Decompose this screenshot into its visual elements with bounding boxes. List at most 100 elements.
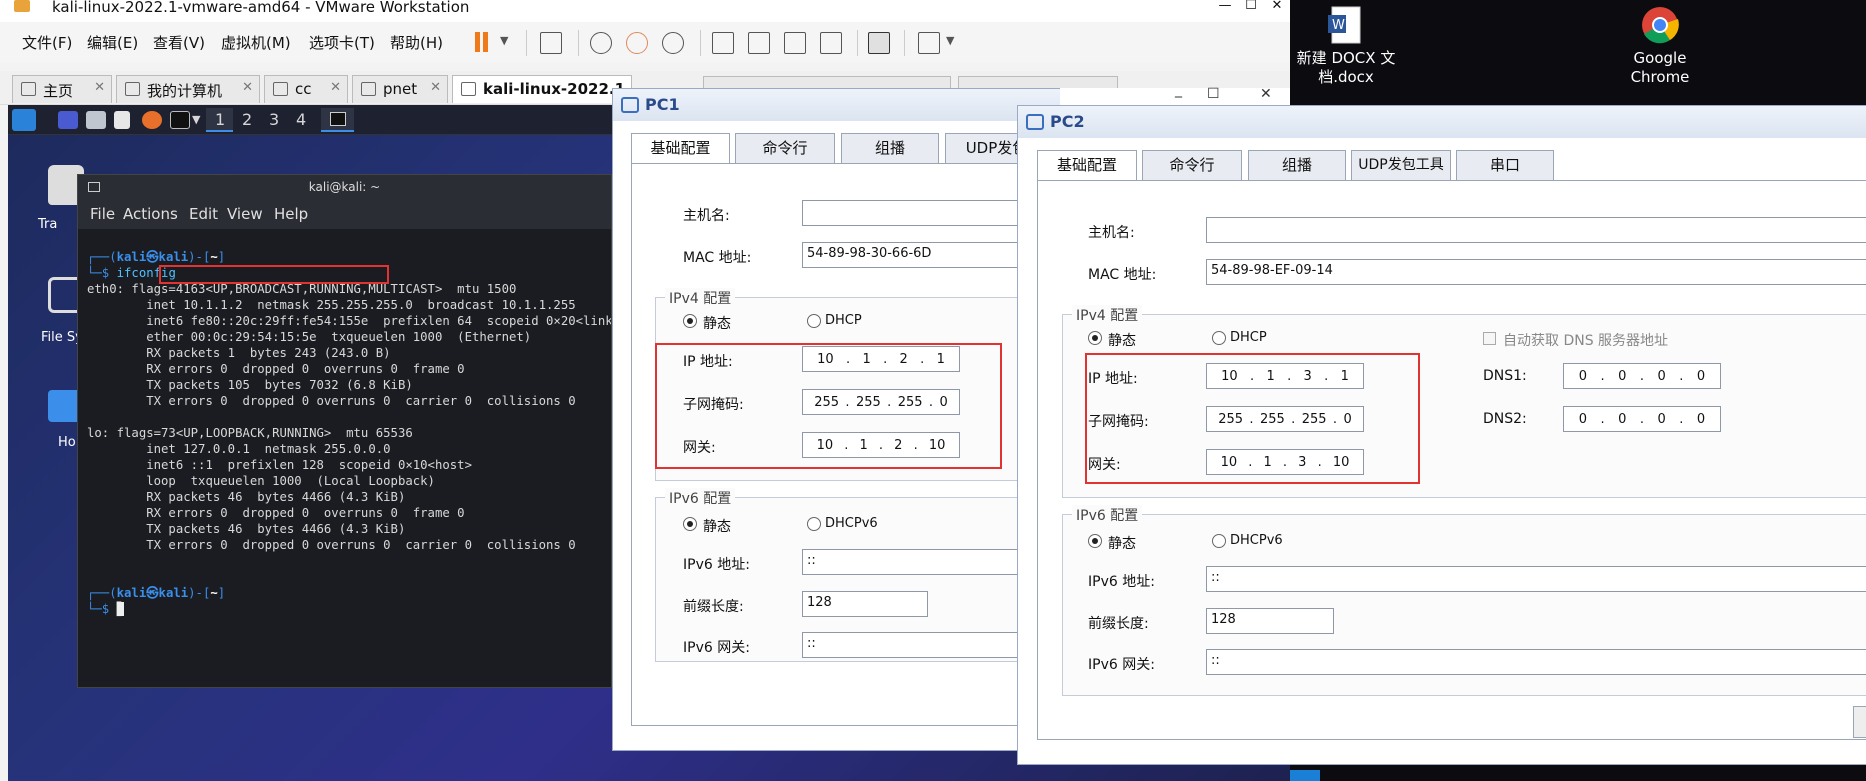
console-view-icon[interactable]: [868, 32, 890, 54]
dns1-input[interactable]: 0.0.0.0: [1563, 363, 1721, 389]
menu-edit[interactable]: 编辑(E): [87, 32, 138, 53]
minimize-icon[interactable]: _: [1175, 82, 1182, 98]
tab-cc[interactable]: cc ✕: [264, 75, 348, 103]
dns2-input[interactable]: 0.0.0.0: [1563, 406, 1721, 432]
sidebar-toggle-icon[interactable]: [712, 32, 734, 54]
ensp-logo-icon: [621, 97, 639, 113]
tab-my-computer[interactable]: 我的计算机 ✕: [116, 75, 260, 103]
prefix-input[interactable]: 128: [1206, 608, 1334, 634]
terminal-output[interactable]: ┌──(kali㉿kali)-[~] └─$ ifconfig eth0: fl…: [87, 249, 611, 687]
terminal-line: RX packets 46 bytes 4466 (4.3 KiB): [87, 490, 406, 504]
menu-help[interactable]: 帮助(H): [390, 32, 443, 53]
tab-command-line[interactable]: 命令行: [735, 133, 835, 163]
close-icon[interactable]: ✕: [94, 80, 105, 95]
fullscreen-icon[interactable]: [784, 32, 806, 54]
ipv6-group-title: IPv6 配置: [665, 488, 736, 508]
static-radio[interactable]: [1088, 331, 1102, 345]
thumbnail-bar-icon[interactable]: [748, 32, 770, 54]
workspace-2[interactable]: 2: [242, 110, 252, 129]
chevron-down-icon[interactable]: ▼: [500, 34, 508, 47]
dns2-label: DNS2:: [1483, 411, 1527, 427]
tab-multicast[interactable]: 组播: [1248, 150, 1346, 180]
tab-home[interactable]: 主页 ✕: [12, 75, 112, 103]
terminal-menu-view[interactable]: View: [227, 205, 263, 223]
workspace-3[interactable]: 3: [269, 110, 279, 129]
terminal-menu-file[interactable]: File: [90, 205, 115, 223]
terminal-menu-actions[interactable]: Actions: [123, 205, 178, 223]
text-editor-icon[interactable]: [114, 111, 130, 129]
static6-radio[interactable]: [1088, 534, 1102, 548]
chevron-down-icon[interactable]: ▼: [192, 113, 200, 126]
dns1-label: DNS1:: [1483, 368, 1527, 384]
unity-icon[interactable]: [820, 32, 842, 54]
chevron-down-icon[interactable]: ▼: [946, 34, 954, 47]
close-icon[interactable]: ✕: [1260, 86, 1272, 102]
dhcp-radio[interactable]: [1212, 331, 1226, 345]
dhcpv6-radio[interactable]: [807, 517, 821, 531]
ipv6-input[interactable]: ::: [1206, 566, 1866, 592]
close-icon[interactable]: ✕: [1262, 0, 1292, 14]
prompt-user: kali㉿kali: [116, 250, 189, 264]
taskbar-terminal-button[interactable]: [321, 108, 354, 132]
dhcpv6-radio[interactable]: [1212, 534, 1226, 548]
terminal-line: ether 00:0c:29:54:15:5e txqueuelen 1000 …: [87, 330, 532, 344]
tab-basic-config[interactable]: 基础配置: [631, 133, 730, 163]
snapshot-icon[interactable]: [590, 32, 612, 54]
tab-command-line[interactable]: 命令行: [1142, 150, 1242, 180]
word-doc-icon: W: [1326, 5, 1366, 45]
close-icon[interactable]: ✕: [242, 80, 253, 95]
menu-vm[interactable]: 虚拟机(M): [221, 32, 291, 53]
workspace-4[interactable]: 4: [296, 110, 306, 129]
close-icon[interactable]: ✕: [430, 80, 441, 95]
menu-file[interactable]: 文件(F): [22, 32, 72, 53]
menu-view[interactable]: 查看(V): [153, 32, 205, 53]
ipv6-gateway-label: IPv6 网关:: [1088, 657, 1155, 673]
pause-icon[interactable]: [474, 30, 490, 54]
static-label: 静态: [703, 316, 731, 332]
show-desktop-icon[interactable]: [58, 111, 78, 129]
desktop-icon-chrome[interactable]: Google Chrome: [1605, 5, 1715, 87]
static6-radio[interactable]: [683, 517, 697, 531]
dns-auto-checkbox[interactable]: [1483, 332, 1496, 345]
static-radio[interactable]: [683, 314, 697, 328]
terminal-menu-help[interactable]: Help: [274, 205, 308, 223]
file-manager-icon[interactable]: [86, 111, 106, 129]
terminal-icon: [330, 112, 346, 126]
stretch-guest-icon[interactable]: [918, 32, 940, 54]
octet: 0: [1578, 368, 1588, 384]
tab-udp-tool[interactable]: UDP发包工具: [1351, 150, 1451, 180]
hostname-input[interactable]: [1206, 217, 1866, 243]
prefix-label: 前缀长度:: [683, 599, 744, 615]
tab-basic-config[interactable]: 基础配置: [1037, 150, 1137, 180]
tab-serial[interactable]: 串口: [1456, 150, 1554, 180]
kali-menu-icon[interactable]: [12, 109, 36, 131]
terminal-line: inet 10.1.1.2 netmask 255.255.255.0 broa…: [87, 298, 576, 312]
pc2-title-bar: PC2: [1018, 106, 1866, 138]
workspace-1[interactable]: 1: [215, 110, 225, 129]
prefix-input[interactable]: 128: [802, 591, 928, 617]
desktop-icon-docx[interactable]: W 新建 DOCX 文档.docx: [1291, 5, 1401, 87]
maximize-icon[interactable]: ☐: [1207, 86, 1220, 102]
terminal-icon[interactable]: [170, 111, 190, 129]
send-ctrl-alt-del-icon[interactable]: [540, 32, 562, 54]
tab-pnet[interactable]: pnet ✕: [352, 75, 448, 103]
dhcp-radio[interactable]: [807, 314, 821, 328]
menu-tabs[interactable]: 选项卡(T): [309, 32, 375, 53]
apply-button[interactable]: [1853, 706, 1866, 738]
close-icon[interactable]: ✕: [330, 80, 341, 95]
terminal-line: RX packets 1 bytes 243 (243.0 B): [87, 346, 391, 360]
revert-snapshot-icon[interactable]: [626, 32, 648, 54]
terminal-menu-edit[interactable]: Edit: [189, 205, 218, 223]
mac-input[interactable]: 54-89-98-EF-09-14: [1206, 259, 1866, 285]
firefox-icon[interactable]: [142, 111, 162, 129]
tab-label: kali-linux-2022.1-vmw: [483, 80, 631, 98]
home-icon: [21, 82, 36, 96]
octet: 0: [1657, 411, 1666, 427]
dhcpv6-label: DHCPv6: [825, 516, 878, 531]
tab-multicast[interactable]: 组播: [841, 133, 939, 163]
octet: 0: [1696, 411, 1706, 427]
ipv6-gateway-input[interactable]: ::: [1206, 649, 1866, 675]
dhcp-label: DHCP: [1230, 330, 1267, 345]
tab-kali[interactable]: kali-linux-2022.1-vmw: [452, 75, 632, 103]
snapshot-manager-icon[interactable]: [662, 32, 684, 54]
